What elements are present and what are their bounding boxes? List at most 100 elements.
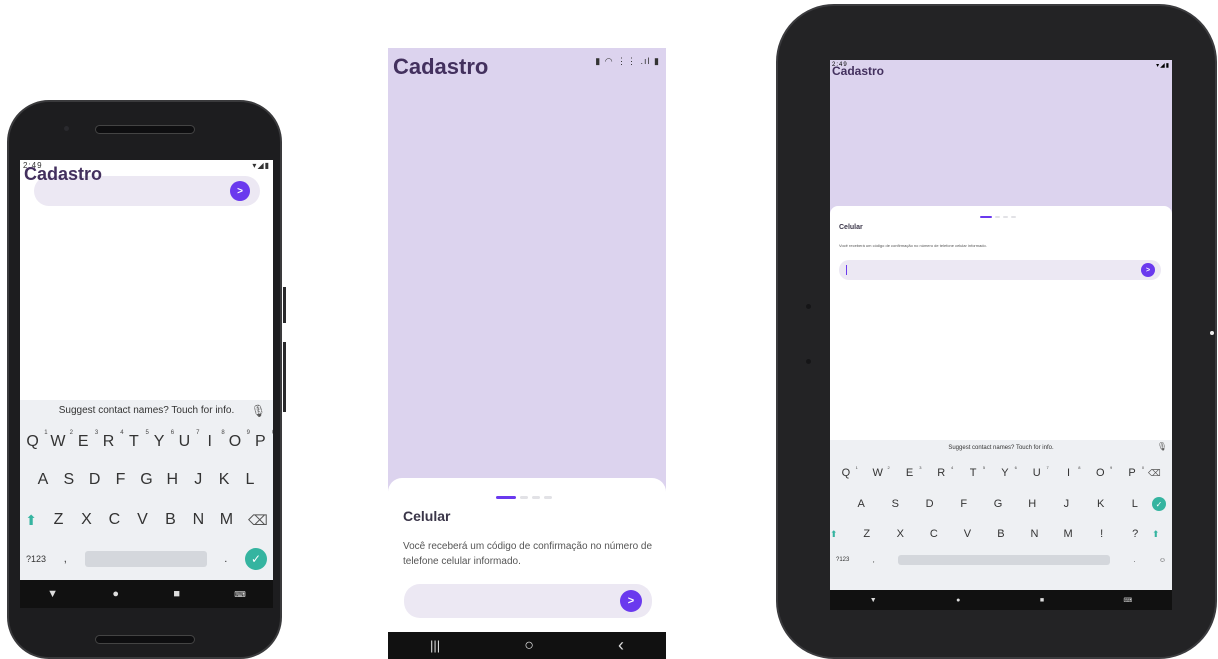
emoji-key-icon[interactable]: ☺ — [1159, 557, 1166, 564]
key-n[interactable]: N — [187, 511, 209, 529]
key-u[interactable]: U7 — [1028, 465, 1049, 479]
backspace-key-icon[interactable]: ⌫ — [1148, 468, 1172, 479]
key-i[interactable]: I8 — [1059, 465, 1081, 479]
key-b[interactable]: B — [159, 511, 181, 529]
key-y[interactable]: Y6 — [148, 430, 174, 451]
power-button — [283, 287, 286, 323]
key-![interactable]: ! — [1093, 528, 1111, 540]
numbers-key[interactable]: ?123 — [26, 554, 46, 564]
key-x[interactable]: X — [891, 528, 909, 540]
key-b[interactable]: B — [992, 528, 1010, 540]
recents-nav-icon[interactable]: ■ — [173, 588, 180, 600]
keyboard-row-4: ?123 , . ✓ — [20, 546, 273, 572]
key-y[interactable]: Y6 — [996, 465, 1017, 479]
key-c[interactable]: C — [103, 511, 125, 529]
keyboard-switch-icon[interactable]: ⌨ — [1124, 597, 1133, 604]
enter-check-icon[interactable]: ✓ — [1152, 497, 1166, 511]
space-key[interactable] — [84, 551, 207, 567]
key-q[interactable]: Q1 — [22, 430, 47, 451]
step-dot — [1003, 216, 1008, 218]
keyboard-switch-icon[interactable]: ⌨ — [234, 590, 246, 599]
comma-key[interactable]: , — [873, 557, 875, 564]
key-w[interactable]: W2 — [869, 465, 889, 479]
key-u[interactable]: U7 — [173, 430, 200, 451]
key-z[interactable]: Z — [47, 511, 69, 529]
key-m[interactable]: M — [215, 511, 237, 529]
keyboard-suggestion[interactable]: Suggest contact names? Touch for info. — [20, 400, 273, 422]
key-i[interactable]: I8 — [199, 430, 224, 451]
step-dot-active — [980, 216, 992, 218]
microphone-icon[interactable]: 🎙 — [251, 404, 266, 418]
key-?[interactable]: ? — [1126, 528, 1144, 540]
key-e[interactable]: E3 — [72, 430, 98, 451]
send-button[interactable]: > — [230, 181, 250, 201]
home-nav-icon[interactable]: ● — [112, 588, 119, 600]
key-k[interactable]: K — [1092, 498, 1110, 510]
home-nav-icon[interactable]: ● — [956, 597, 960, 604]
send-button[interactable]: > — [1141, 263, 1155, 277]
key-g[interactable]: G — [989, 498, 1007, 510]
period-key[interactable]: . — [224, 553, 227, 565]
key-f[interactable]: F — [110, 471, 132, 489]
key-t[interactable]: T5 — [964, 465, 986, 479]
back-nav-icon[interactable]: ▼ — [870, 597, 877, 604]
space-key[interactable] — [898, 555, 1111, 565]
key-j[interactable]: J — [187, 471, 209, 489]
earpiece-speaker — [95, 125, 195, 134]
enter-check-icon[interactable]: ✓ — [244, 548, 267, 570]
key-f[interactable]: F — [955, 498, 973, 510]
key-label: V — [963, 528, 972, 540]
send-button[interactable]: > — [620, 590, 642, 612]
key-alt-label: 5 — [982, 465, 986, 470]
key-x[interactable]: X — [75, 511, 97, 529]
key-k[interactable]: K — [213, 471, 235, 489]
home-nav-icon[interactable]: ○ — [524, 637, 534, 655]
key-label: E — [77, 433, 89, 450]
key-label: T — [969, 467, 977, 479]
phone-input-field[interactable]: > — [839, 260, 1161, 280]
backspace-key-icon[interactable]: ⌫ — [248, 512, 268, 529]
key-a[interactable]: A — [32, 471, 54, 489]
key-w[interactable]: W2 — [47, 430, 73, 451]
key-v[interactable]: V — [131, 511, 153, 529]
key-p[interactable]: P0 — [249, 430, 273, 451]
phone-input-field[interactable]: > — [404, 584, 652, 618]
key-q[interactable]: Q1 — [837, 465, 858, 479]
period-key[interactable]: . — [1133, 557, 1135, 564]
key-s[interactable]: S — [886, 498, 904, 510]
shift-key-icon-right[interactable]: ⬆ — [1152, 529, 1172, 540]
key-j[interactable]: J — [1057, 498, 1075, 510]
key-t[interactable]: T5 — [123, 430, 149, 451]
key-c[interactable]: C — [925, 528, 943, 540]
key-z[interactable]: Z — [858, 528, 876, 540]
key-d[interactable]: D — [921, 498, 939, 510]
key-s[interactable]: S — [58, 471, 80, 489]
key-h[interactable]: H — [161, 471, 183, 489]
key-label: S — [63, 471, 75, 488]
microphone-icon[interactable]: 🎙 — [1157, 442, 1167, 451]
recents-nav-icon[interactable]: ■ — [1040, 597, 1044, 604]
shift-key-icon[interactable]: ⬆ — [830, 529, 850, 540]
key-e[interactable]: E3 — [900, 465, 922, 479]
key-r[interactable]: R4 — [932, 465, 953, 479]
key-o[interactable]: O9 — [1091, 465, 1112, 479]
recents-nav-icon[interactable]: ||| — [430, 638, 440, 653]
back-nav-icon[interactable]: ‹ — [618, 635, 624, 656]
keyboard-suggestion[interactable]: Suggest contact names? Touch for info. — [830, 440, 1172, 456]
key-n[interactable]: N — [1026, 528, 1044, 540]
key-p[interactable]: P0 — [1123, 465, 1144, 479]
key-r[interactable]: R4 — [98, 430, 124, 451]
key-a[interactable]: A — [852, 498, 870, 510]
back-nav-icon[interactable]: ▼ — [47, 588, 58, 600]
key-v[interactable]: V — [958, 528, 976, 540]
key-l[interactable]: L — [239, 471, 261, 489]
key-h[interactable]: H — [1023, 498, 1041, 510]
key-d[interactable]: D — [84, 471, 106, 489]
shift-key-icon[interactable]: ⬆ — [25, 512, 37, 529]
key-o[interactable]: O9 — [224, 430, 250, 451]
comma-key[interactable]: , — [64, 553, 67, 565]
key-m[interactable]: M — [1059, 528, 1077, 540]
key-l[interactable]: L — [1126, 498, 1144, 510]
numbers-key[interactable]: ?123 — [836, 557, 849, 563]
key-g[interactable]: G — [135, 471, 157, 489]
